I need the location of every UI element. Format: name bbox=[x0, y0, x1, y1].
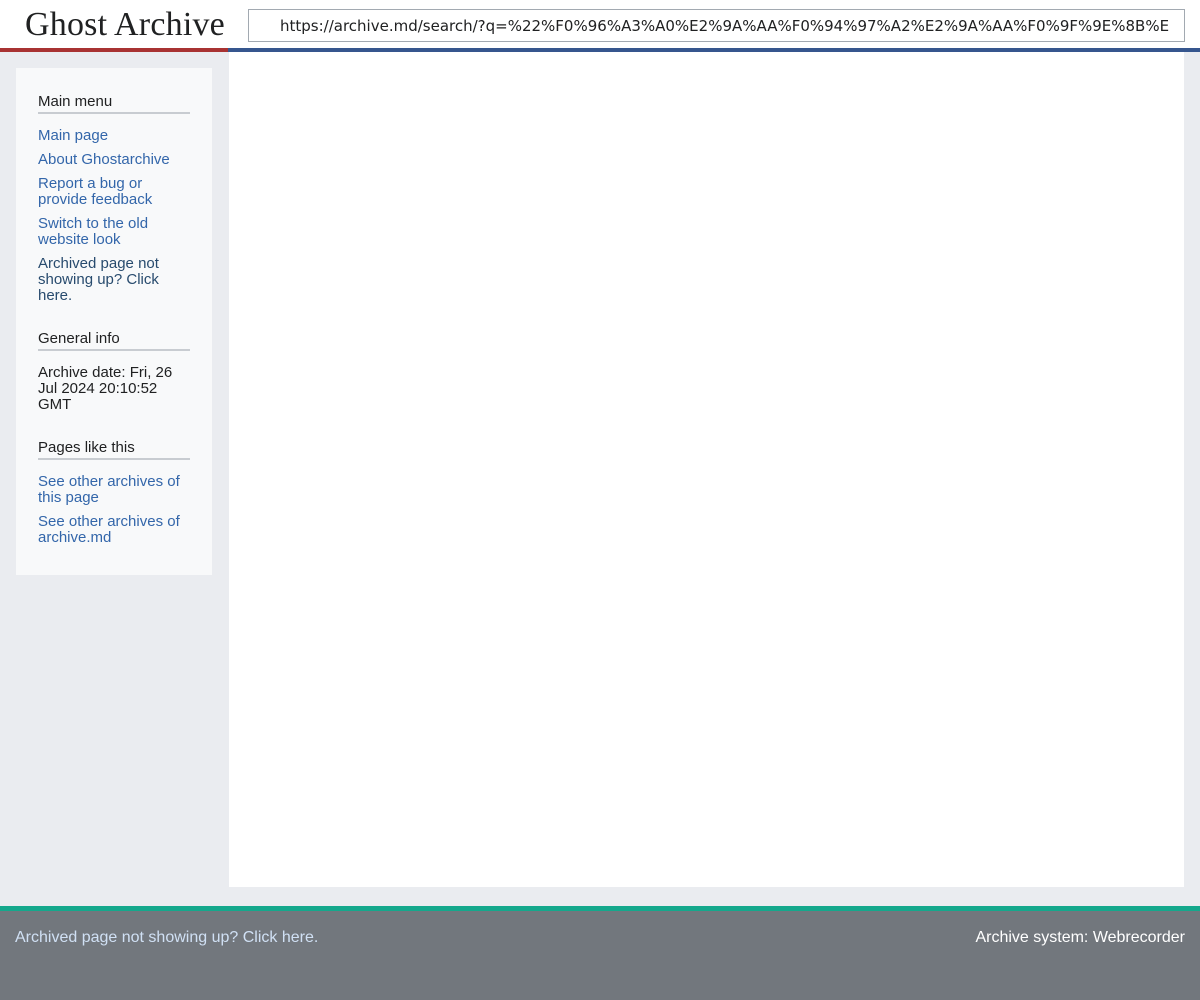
pages-like-this-heading: Pages like this bbox=[38, 439, 190, 460]
sidebar-item-other-archives-domain[interactable]: See other archives of archive.md bbox=[38, 514, 190, 546]
sidebar-item-not-showing[interactable]: Archived page not showing up? Click here… bbox=[38, 256, 190, 304]
main-menu-section: Main menu Main page About Ghostarchive R… bbox=[38, 93, 190, 304]
pages-like-this-section: Pages like this See other archives of th… bbox=[38, 439, 190, 546]
archive-date: Archive date: Fri, 26 Jul 2024 20:10:52 … bbox=[38, 364, 173, 413]
sidebar-item-old-look[interactable]: Switch to the old website look bbox=[38, 216, 190, 248]
site-logo[interactable]: Ghost Archive bbox=[25, 6, 225, 44]
footer-not-showing-link[interactable]: Archived page not showing up? Click here… bbox=[15, 929, 318, 947]
archive-system-label: Archive system: Webrecorder bbox=[975, 929, 1185, 946]
site-footer: Archived page not showing up? Click here… bbox=[0, 911, 1200, 1000]
url-bar[interactable]: https://archive.md/search/?q=%22%F0%96%A… bbox=[248, 9, 1185, 42]
archived-url-text[interactable]: https://archive.md/search/?q=%22%F0%96%A… bbox=[280, 10, 1170, 41]
main-menu-heading: Main menu bbox=[38, 93, 190, 114]
header-stripe-red bbox=[0, 48, 228, 52]
sidebar-item-about[interactable]: About Ghostarchive bbox=[38, 152, 190, 168]
general-info-section: General info Archive date: Fri, 26 Jul 2… bbox=[38, 330, 190, 413]
sidebar-item-main-page[interactable]: Main page bbox=[38, 128, 190, 144]
site-header: Ghost Archive https://archive.md/search/… bbox=[0, 0, 1200, 52]
sidebar: Main menu Main page About Ghostarchive R… bbox=[16, 68, 212, 575]
archived-page-frame[interactable] bbox=[229, 52, 1184, 887]
sidebar-item-report-bug[interactable]: Report a bug or provide feedback bbox=[38, 176, 190, 208]
sidebar-item-other-archives-page[interactable]: See other archives of this page bbox=[38, 474, 190, 506]
general-info-heading: General info bbox=[38, 330, 190, 351]
